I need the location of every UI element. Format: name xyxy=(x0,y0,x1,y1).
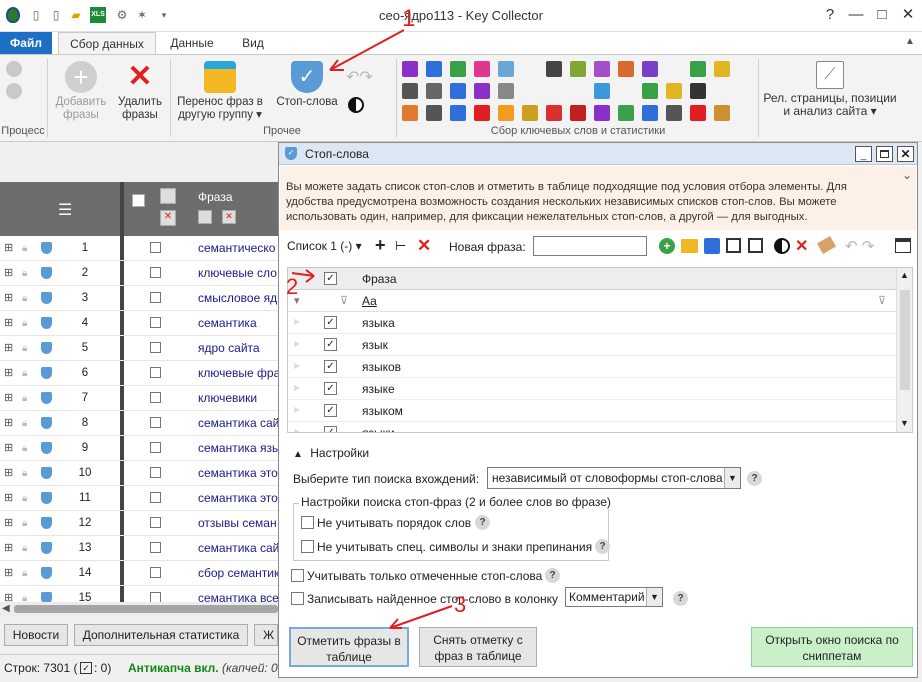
annotation-arrow-3 xyxy=(389,605,453,629)
annotations-layer: 1 2 3 xyxy=(286,5,466,629)
annotation-number-2: 2 xyxy=(286,274,298,299)
annotation-number-1: 1 xyxy=(402,5,415,32)
annotation-number-3: 3 xyxy=(454,592,466,617)
annotation-arrow-1 xyxy=(329,29,405,71)
